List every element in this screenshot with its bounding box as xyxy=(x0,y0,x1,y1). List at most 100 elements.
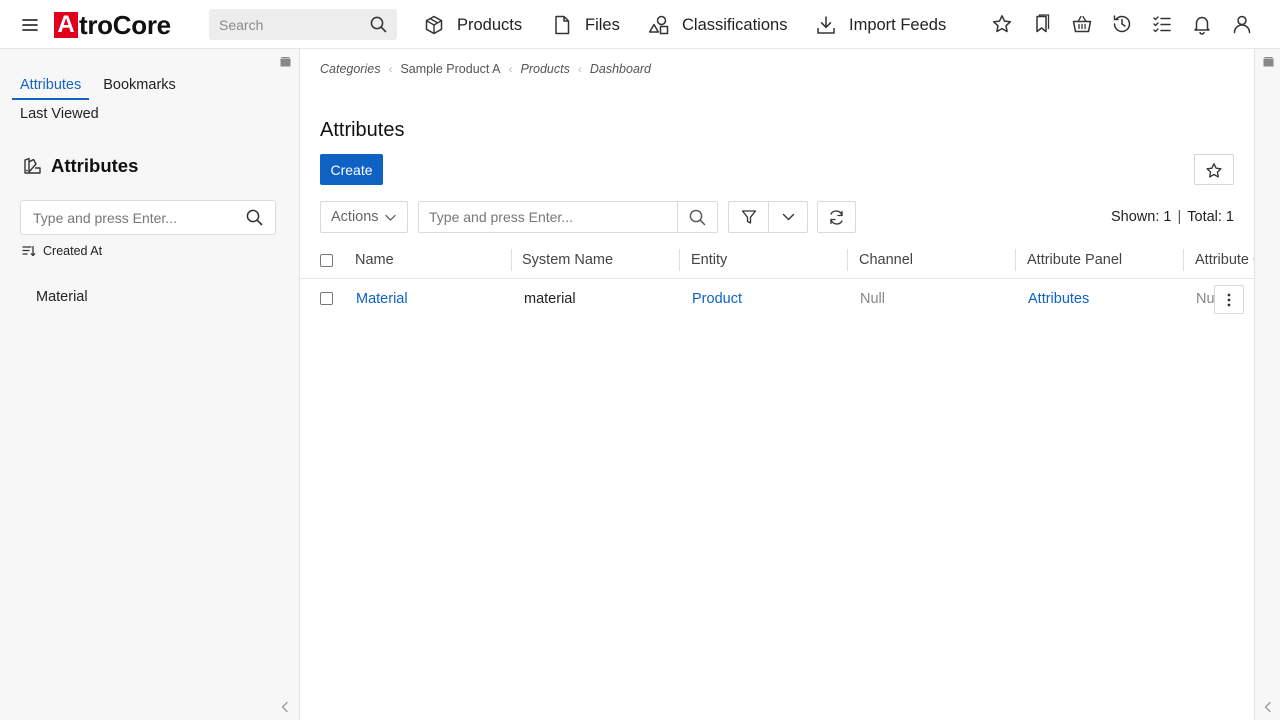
search-icon[interactable] xyxy=(370,16,387,33)
refresh-button[interactable] xyxy=(817,201,856,233)
chevron-down-icon xyxy=(385,214,396,221)
cell-attribute-group: Nu xyxy=(1196,291,1215,307)
table-row: Material material Product Null Attribute… xyxy=(300,280,1254,318)
sidebar-search-input[interactable] xyxy=(21,201,241,234)
refresh-icon xyxy=(830,210,843,225)
record-counts: Shown: 1 | Total: 1 xyxy=(1111,209,1234,225)
download-icon xyxy=(815,14,837,36)
column-header-entity[interactable]: Entity xyxy=(691,252,727,268)
column-header-channel[interactable]: Channel xyxy=(859,252,913,268)
filter-icon xyxy=(741,210,756,224)
filter-dropdown-button[interactable] xyxy=(769,202,807,232)
nav-classifications-label: Classifications xyxy=(682,15,788,34)
nav-import-feeds[interactable]: Import Feeds xyxy=(815,12,946,38)
cell-channel: Null xyxy=(860,291,885,307)
column-divider[interactable] xyxy=(511,249,512,271)
breadcrumb: Categories ‹ Sample Product A ‹ Products… xyxy=(320,62,651,76)
filter-group xyxy=(728,201,808,233)
history-icon[interactable] xyxy=(1111,13,1133,35)
page-title: Attributes xyxy=(320,119,405,141)
shapes-icon xyxy=(648,14,670,36)
tab-attributes[interactable]: Attributes xyxy=(12,75,90,100)
star-icon xyxy=(1206,163,1222,178)
sidebar-title-text: Attributes xyxy=(51,155,139,176)
atrocore-logo[interactable]: A troCore xyxy=(54,12,171,38)
favorite-button[interactable] xyxy=(1194,154,1234,185)
breadcrumb-categories[interactable]: Categories xyxy=(320,62,380,76)
breadcrumb-products[interactable]: Products xyxy=(521,62,570,76)
actions-label: Actions xyxy=(331,209,379,225)
global-search xyxy=(209,9,397,40)
select-all-checkbox[interactable] xyxy=(320,254,333,267)
tab-bookmarks[interactable]: Bookmarks xyxy=(95,75,184,100)
actions-dropdown[interactable]: Actions xyxy=(320,201,408,233)
breadcrumb-product[interactable]: Sample Product A xyxy=(400,62,500,76)
row-actions-button[interactable] xyxy=(1214,285,1244,314)
table-header: Name System Name Entity Channel Attribut… xyxy=(300,243,1254,279)
nav-import-feeds-label: Import Feeds xyxy=(849,15,947,34)
search-icon[interactable] xyxy=(689,209,706,226)
column-divider[interactable] xyxy=(1183,249,1184,271)
cube-icon xyxy=(423,14,445,36)
kebab-menu-icon xyxy=(1227,293,1231,307)
sort-by-control[interactable]: Created At xyxy=(22,244,102,258)
swatch-book-icon xyxy=(22,156,42,176)
panel-toggle-icon[interactable] xyxy=(1263,57,1274,67)
total-count: Total: 1 xyxy=(1187,209,1234,225)
bell-icon[interactable] xyxy=(1191,13,1213,35)
sidebar-title: Attributes xyxy=(22,155,138,177)
column-divider[interactable] xyxy=(1015,249,1016,271)
column-divider[interactable] xyxy=(847,249,848,271)
global-search-input[interactable] xyxy=(209,9,364,40)
nav-files[interactable]: Files xyxy=(551,12,620,38)
count-separator: | xyxy=(1177,209,1182,225)
sidebar-search xyxy=(20,200,276,235)
breadcrumb-chevron-icon: ‹ xyxy=(577,62,582,76)
create-button[interactable]: Create xyxy=(320,154,383,185)
main-content: Categories ‹ Sample Product A ‹ Products… xyxy=(300,49,1254,720)
breadcrumb-dashboard[interactable]: Dashboard xyxy=(590,62,651,76)
cell-entity[interactable]: Product xyxy=(692,291,742,307)
nav-classifications[interactable]: Classifications xyxy=(648,12,787,38)
expand-right-icon[interactable] xyxy=(1263,701,1273,713)
logo-letter: A xyxy=(54,12,78,38)
sidebar-tabs: Attributes Bookmarks xyxy=(12,75,184,100)
nav-files-label: Files xyxy=(585,15,620,34)
sort-by-label: Created At xyxy=(43,244,103,258)
checklist-icon[interactable] xyxy=(1151,13,1173,35)
left-sidebar: Attributes Bookmarks Last Viewed Attribu… xyxy=(0,49,300,720)
column-divider[interactable] xyxy=(679,249,680,271)
column-header-name[interactable]: Name xyxy=(355,252,394,268)
search-icon[interactable] xyxy=(246,209,263,226)
column-header-attribute-group[interactable]: Attribute G xyxy=(1195,252,1254,268)
sort-icon xyxy=(22,244,36,258)
file-icon xyxy=(551,14,573,36)
hamburger-menu-icon[interactable] xyxy=(20,15,40,35)
logo-text: troCore xyxy=(79,10,171,40)
star-icon[interactable] xyxy=(991,13,1013,35)
user-icon[interactable] xyxy=(1231,13,1253,35)
collapse-left-icon[interactable] xyxy=(280,701,290,713)
cell-name[interactable]: Material xyxy=(356,291,408,307)
tab-last-viewed[interactable]: Last Viewed xyxy=(20,106,99,122)
chevron-down-icon xyxy=(782,213,794,221)
breadcrumb-chevron-icon: ‹ xyxy=(508,62,513,76)
column-header-attribute-panel[interactable]: Attribute Panel xyxy=(1027,252,1122,268)
nav-products[interactable]: Products xyxy=(423,12,522,38)
list-search xyxy=(418,201,718,233)
basket-icon[interactable] xyxy=(1071,13,1093,35)
bookmark-icon[interactable] xyxy=(1031,13,1053,35)
filter-button[interactable] xyxy=(729,202,769,232)
shown-count: Shown: 1 xyxy=(1111,209,1172,225)
row-checkbox[interactable] xyxy=(320,292,333,305)
cell-system-name: material xyxy=(524,291,576,307)
column-header-system-name[interactable]: System Name xyxy=(522,252,613,268)
list-search-input[interactable] xyxy=(419,202,678,232)
right-sidebar-collapsed xyxy=(1254,49,1280,720)
panel-toggle-icon[interactable] xyxy=(280,57,291,67)
nav-products-label: Products xyxy=(457,15,523,34)
sidebar-list-item[interactable]: Material xyxy=(36,289,88,305)
breadcrumb-chevron-icon: ‹ xyxy=(388,62,393,76)
top-navbar: A troCore Products Files Classifications… xyxy=(0,0,1280,49)
cell-attribute-panel[interactable]: Attributes xyxy=(1028,291,1089,307)
